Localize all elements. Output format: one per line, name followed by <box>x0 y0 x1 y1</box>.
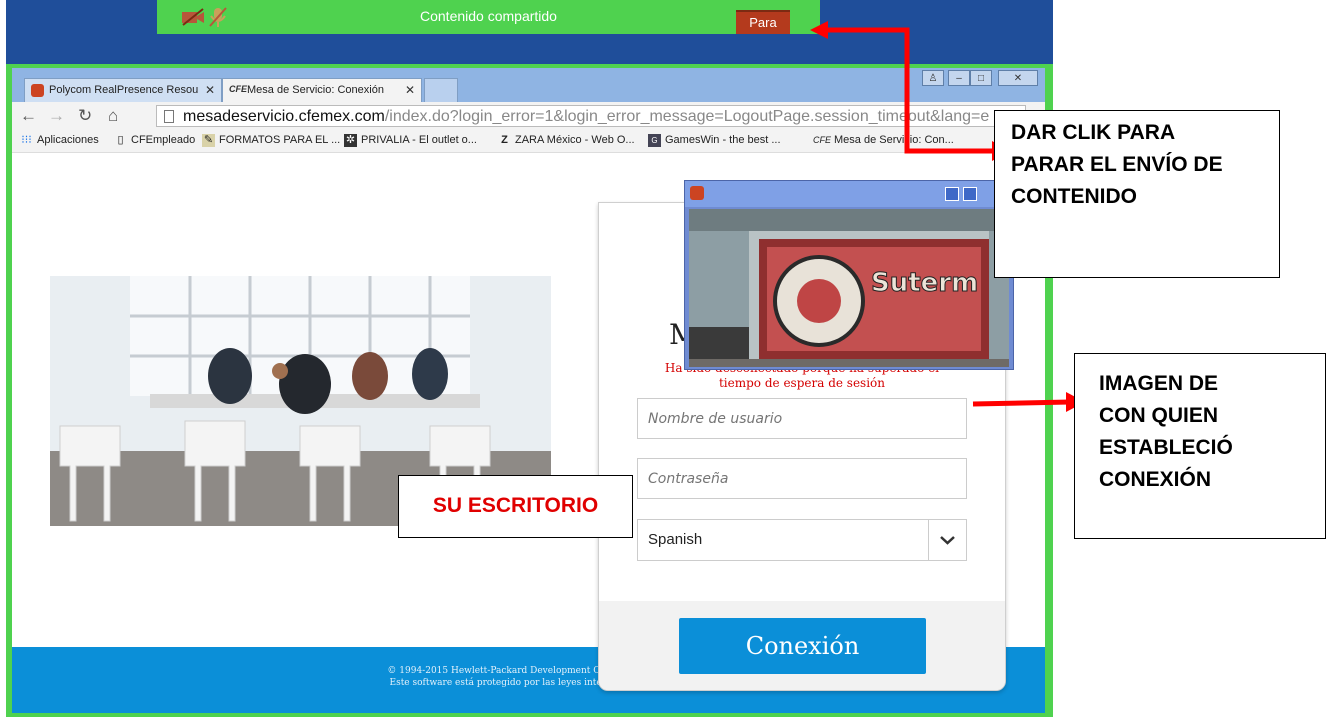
stop-arrow-line <box>820 27 995 154</box>
callout-line: ESTABLECIÓ <box>1099 436 1233 459</box>
callout-stop-sharing: DAR CLIK PARA PARAR EL ENVÍO DE CONTENID… <box>994 110 1280 278</box>
callout-line: CONTENIDO <box>1011 185 1137 208</box>
callout-line: IMAGEN DE <box>1099 372 1219 395</box>
stop-arrow-head <box>810 21 828 39</box>
callout-line: DAR CLIK PARA <box>1011 121 1176 144</box>
callout-desktop: SU ESCRITORIO <box>398 475 633 538</box>
callout-line: PARAR EL ENVÍO DE <box>1011 153 1223 176</box>
callout-remote-image: IMAGEN DE CON QUIEN ESTABLECIÓ CONEXIÓN <box>1074 353 1326 539</box>
callout-line: CONEXIÓN <box>1099 468 1212 491</box>
image-arrow-line <box>972 399 1071 407</box>
callout-line: CON QUIEN <box>1099 404 1219 427</box>
